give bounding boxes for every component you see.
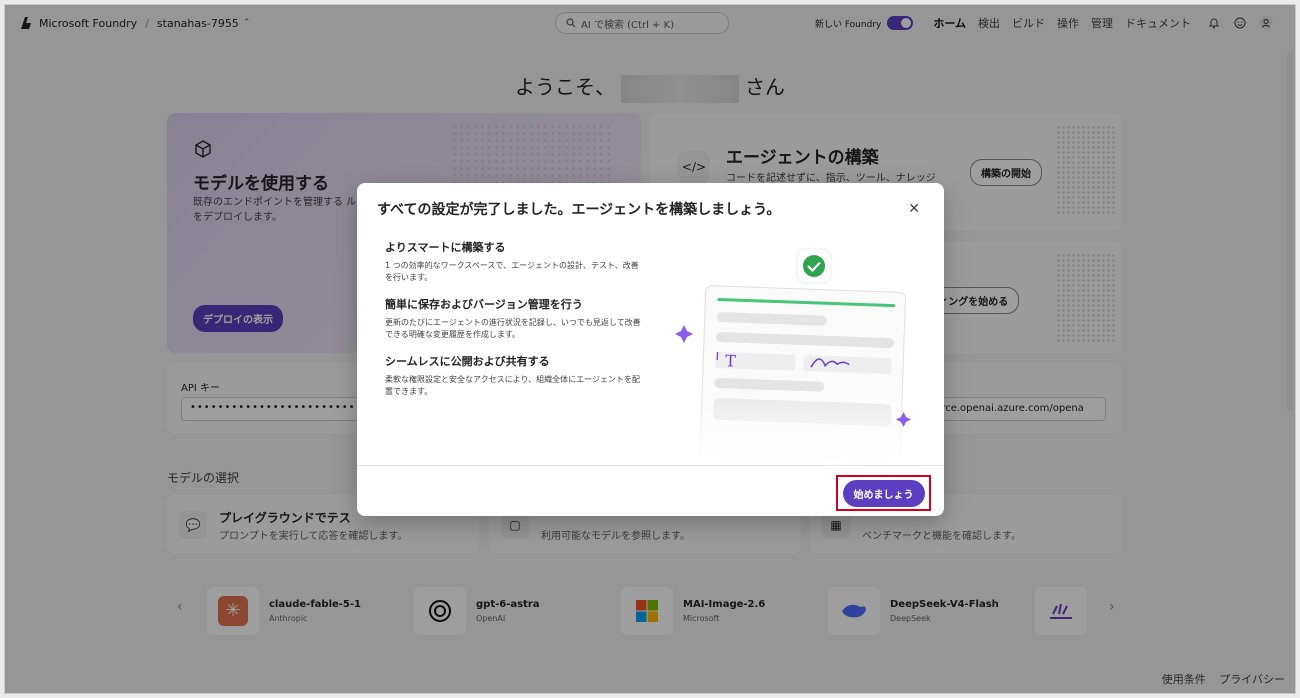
feature-title: よりスマートに構築する xyxy=(385,241,506,254)
get-started-button[interactable]: 始めましょう xyxy=(842,479,925,507)
dialog-divider xyxy=(357,465,944,466)
scrollbar[interactable] xyxy=(1287,51,1293,411)
onboarding-dialog: すべての設定が完了しました。エージェントを構築しましょう。 ✕ よりスマートに構… xyxy=(357,183,944,516)
svg-text:T: T xyxy=(725,351,737,370)
document-illustration: T xyxy=(663,248,923,463)
dialog-title: すべての設定が完了しました。エージェントを構築しましょう。 xyxy=(377,202,781,218)
feature-item: よりスマートに構築する 1 つの効率的なワークスペースで、エージェントの設計、テ… xyxy=(385,239,645,284)
feature-title: シームレスに公開および共有する xyxy=(385,355,550,368)
feature-item: シームレスに公開および共有する 柔軟な権限設定と安全なアクセスにより、組織全体に… xyxy=(385,353,645,398)
feature-desc: 柔軟な権限設定と安全なアクセスにより、組織全体にエージェントを配置できます。 xyxy=(385,375,640,396)
close-icon[interactable]: ✕ xyxy=(908,201,920,217)
feature-item: 簡単に保存およびバージョン管理を行う 更新のたびにエージェントの進行状況を記録し… xyxy=(385,296,645,341)
feature-title: 簡単に保存およびバージョン管理を行う xyxy=(385,298,583,311)
feature-desc: 更新のたびにエージェントの進行状況を記録し、いつでも見返して改善できる明確な変更… xyxy=(385,318,641,339)
feature-desc: 1 つの効率的なワークスペースで、エージェントの設計、テスト、改善を行います。 xyxy=(385,261,639,282)
highlight-box: 始めましょう xyxy=(836,475,931,511)
app-window: Microsoft Foundry / stanahas-7955 ⌃ AI で… xyxy=(4,4,1296,694)
